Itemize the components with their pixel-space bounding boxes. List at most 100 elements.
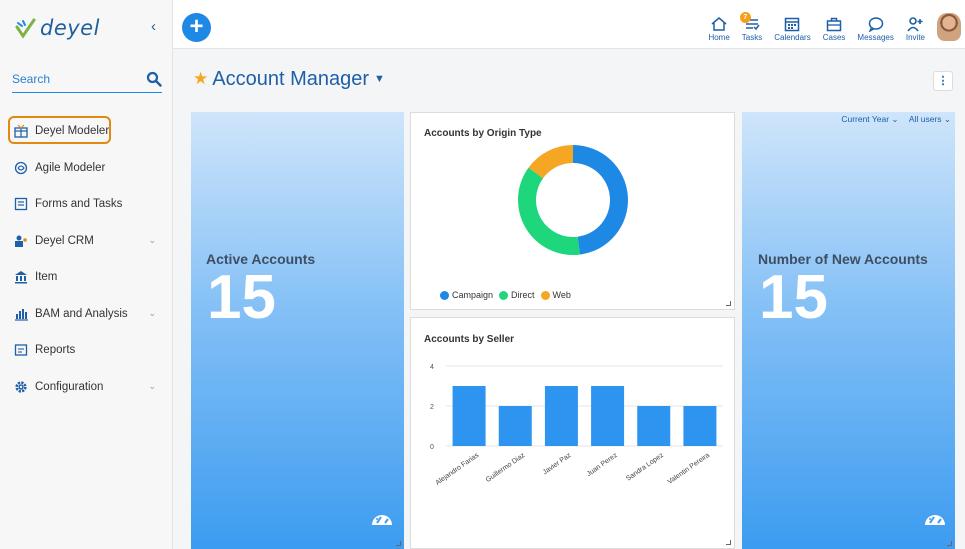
legend-dot: [540, 290, 550, 300]
report-icon: [14, 343, 28, 357]
top-bar: + Home 7 Tasks Calendars Cases Messages …: [173, 0, 965, 49]
y-tick-label: 4: [430, 364, 434, 371]
y-tick-label: 0: [430, 444, 434, 451]
tile-value: 15: [759, 263, 828, 332]
message-icon: [867, 16, 885, 32]
avatar[interactable]: [937, 13, 961, 41]
tasks-badge: 7: [739, 12, 751, 23]
accounts-by-origin-card: Accounts by Origin Type Campaign Direct …: [410, 112, 735, 310]
legend-dot: [499, 290, 509, 300]
chevron-down-icon[interactable]: ⌄: [148, 381, 156, 392]
resize-handle-icon[interactable]: [726, 301, 731, 306]
search-bar: [12, 65, 162, 93]
x-tick-label: Guillermo Diaz: [485, 452, 527, 484]
messages-label: Messages: [857, 33, 894, 42]
invite-icon: [906, 16, 924, 32]
invite-button[interactable]: Invite: [906, 0, 925, 42]
donut-chart: [518, 145, 629, 255]
period-filter-label: Current Year: [841, 114, 890, 124]
donut-slice-direct[interactable]: [518, 167, 580, 255]
chevron-down-icon[interactable]: ▼: [374, 73, 385, 85]
legend-label: Direct: [511, 290, 535, 300]
resize-handle-icon[interactable]: [396, 541, 401, 546]
bar[interactable]: [683, 406, 717, 446]
home-label: Home: [708, 33, 730, 42]
sidebar-item-bam-and-analysis[interactable]: BAM and Analysis ⌄: [0, 296, 172, 333]
sidebar: deyel ‹ Deyel Modeler Agile Modeler: [0, 0, 173, 549]
page-header: ★ Account Manager ▼: [193, 64, 385, 94]
chevron-down-icon[interactable]: ⌄: [148, 308, 156, 319]
sidebar-item-label: Item: [35, 271, 58, 284]
add-button[interactable]: +: [182, 13, 211, 42]
tasks-button[interactable]: 7 Tasks: [739, 0, 763, 42]
sidebar-item-deyel-modeler[interactable]: Deyel Modeler: [0, 113, 172, 150]
crm-icon: [14, 234, 28, 248]
bar[interactable]: [498, 406, 532, 446]
users-filter-label: All users: [908, 114, 942, 124]
cases-label: Cases: [822, 33, 846, 42]
active-accounts-tile[interactable]: Active Accounts 15: [191, 112, 404, 549]
sidebar-item-agile-modeler[interactable]: Agile Modeler: [0, 150, 172, 187]
legend-item-campaign[interactable]: Campaign: [440, 290, 493, 300]
legend-item-web[interactable]: Web: [540, 290, 571, 300]
page-title: Account Manager: [212, 67, 370, 90]
calendars-button[interactable]: Calendars: [774, 0, 811, 42]
legend-item-direct[interactable]: Direct: [499, 290, 535, 300]
bar[interactable]: [637, 406, 671, 446]
chevron-down-icon[interactable]: ⌄: [148, 235, 156, 246]
users-filter[interactable]: All users ⌄: [905, 114, 951, 124]
search-input[interactable]: [12, 71, 132, 86]
x-tick-label: Sandra Lopez: [625, 452, 665, 483]
sidebar-item-label: Forms and Tasks: [35, 198, 123, 211]
new-accounts-tile[interactable]: Current Year ⌄ All users ⌄ Number of New…: [742, 112, 955, 549]
resize-handle-icon[interactable]: [726, 540, 731, 545]
messages-button[interactable]: Messages: [857, 0, 894, 42]
top-actions: Home 7 Tasks Calendars Cases Messages In…: [708, 0, 965, 49]
star-icon[interactable]: ★: [193, 69, 208, 89]
invite-label: Invite: [905, 33, 925, 42]
bar[interactable]: [452, 386, 486, 446]
sidebar-item-label: Configuration: [35, 380, 104, 393]
sidebar-item-deyel-crm[interactable]: Deyel CRM ⌄: [0, 223, 172, 260]
agile-modeler-icon: [14, 161, 28, 175]
bar[interactable]: [591, 386, 625, 446]
briefcase-icon: [825, 16, 843, 32]
legend-label: Web: [552, 290, 571, 300]
x-tick-label: Alejandro Farias: [434, 452, 480, 487]
y-tick-label: 2: [430, 404, 434, 411]
home-button[interactable]: Home: [708, 0, 730, 42]
sidebar-item-reports[interactable]: Reports: [0, 332, 172, 369]
collapse-sidebar-button[interactable]: ‹: [151, 18, 156, 35]
x-tick-label: Javier Paz: [542, 452, 573, 477]
accounts-by-seller-card: Accounts by Seller 0 2 4 Alejandro Farias Gu…: [410, 317, 735, 549]
tasks-label: Tasks: [741, 33, 763, 42]
more-options-button[interactable]: ⋮: [933, 71, 953, 91]
chart-legend: Campaign Direct Web: [440, 290, 577, 300]
calendars-label: Calendars: [774, 33, 811, 42]
gauge-icon[interactable]: [371, 510, 393, 526]
tile-filters: Current Year ⌄ All users ⌄: [833, 114, 951, 125]
legend-dot: [440, 290, 449, 300]
gauge-icon[interactable]: [924, 510, 946, 526]
period-filter[interactable]: Current Year ⌄: [837, 114, 898, 124]
active-highlight: [8, 116, 111, 144]
bar-chart: 0 2 4 Alejandro Farias Guillermo Diaz Javier …: [430, 364, 723, 487]
donut-slice-campaign[interactable]: [573, 145, 629, 255]
logo[interactable]: deyel ‹: [0, 0, 172, 56]
tile-value: 15: [207, 263, 276, 332]
sidebar-item-label: Reports: [35, 344, 76, 357]
cases-button[interactable]: Cases: [822, 0, 846, 42]
calendar-icon: [783, 16, 801, 32]
resize-handle-icon[interactable]: [947, 541, 952, 546]
sidebar-item-forms-and-tasks[interactable]: Forms and Tasks: [0, 186, 172, 223]
logo-text: deyel: [40, 16, 100, 40]
bar[interactable]: [544, 386, 578, 446]
sidebar-item-label: Deyel CRM: [35, 234, 94, 247]
sidebar-item-configuration[interactable]: Configuration ⌄: [0, 369, 172, 406]
forms-icon: [14, 197, 28, 211]
search-icon[interactable]: [146, 71, 162, 87]
home-icon: [710, 16, 728, 32]
sidebar-item-item[interactable]: Item: [0, 259, 172, 296]
bar-chart-icon: [14, 307, 28, 321]
x-tick-label: Juan Perez: [586, 452, 619, 478]
